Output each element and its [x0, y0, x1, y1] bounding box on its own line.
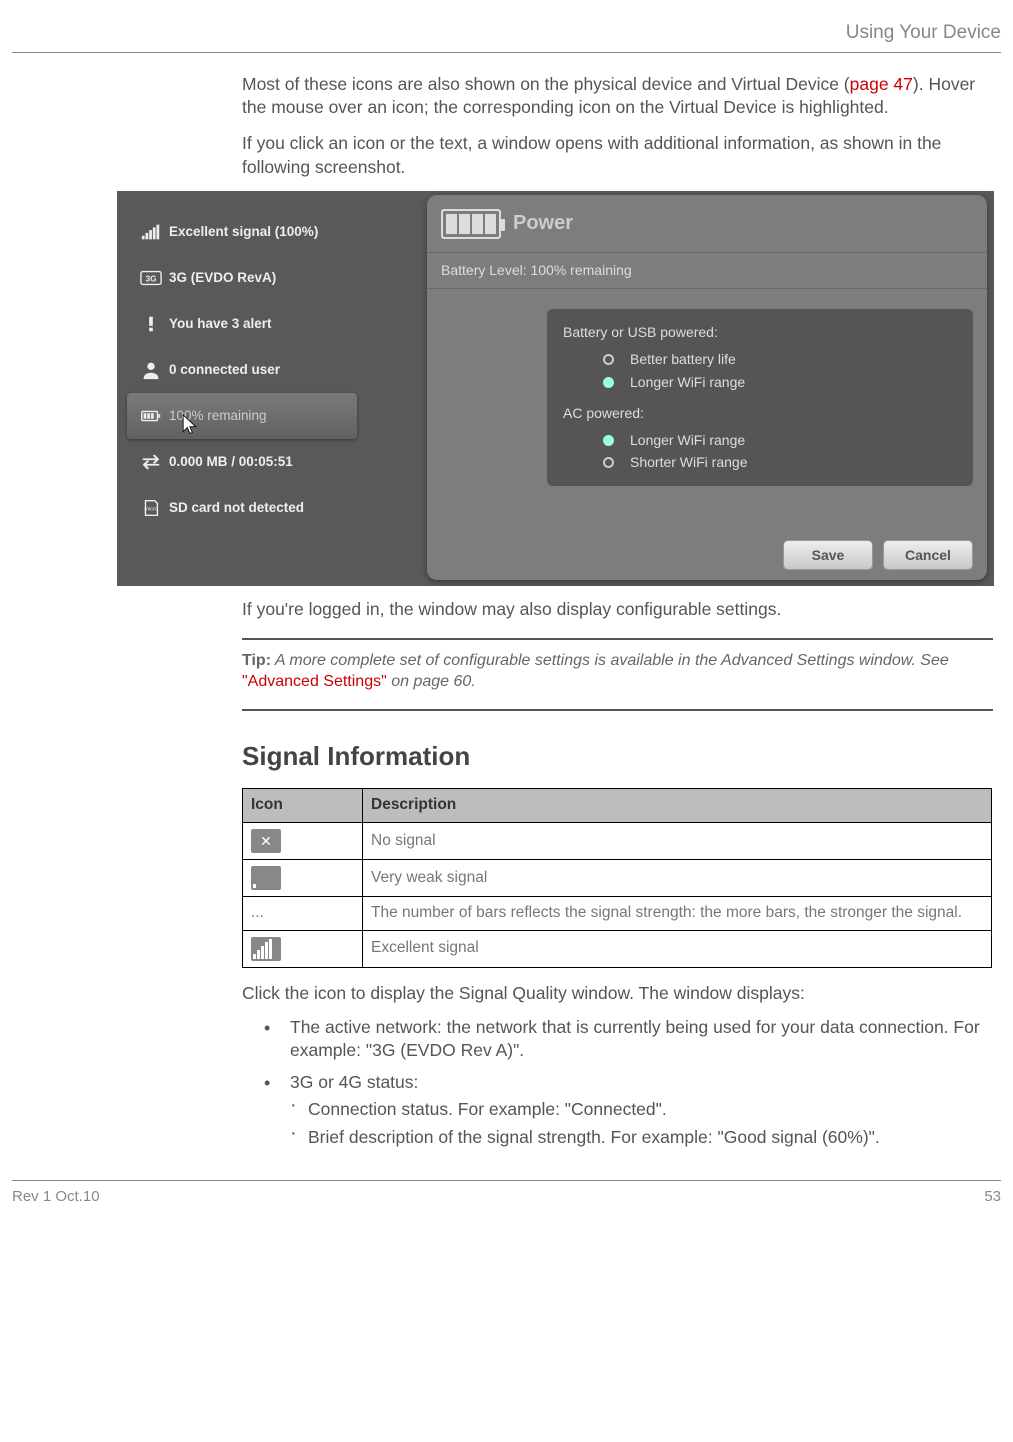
- intro-paragraph-2: If you click an icon or the text, a wind…: [242, 132, 993, 179]
- table-row: Excellent signal: [243, 930, 992, 967]
- tip-rule-bottom: [242, 709, 993, 711]
- signal-information-heading: Signal Information: [242, 739, 1001, 774]
- cancel-button[interactable]: Cancel: [883, 540, 973, 570]
- battery-usb-group-label: Battery or USB powered:: [563, 323, 957, 342]
- status-row-data[interactable]: 0.000 MB / 00:05:51: [133, 439, 397, 485]
- signal-icon-table: Icon Description No signal Very weak sig…: [242, 788, 992, 968]
- svg-text:3G: 3G: [145, 275, 156, 284]
- status-row-sd[interactable]: micro SD card not detected: [133, 485, 397, 531]
- list-item: 3G or 4G status: Connection status. For …: [264, 1071, 993, 1150]
- data-icon: [133, 452, 169, 472]
- option-label: Shorter WiFi range: [630, 453, 747, 472]
- alert-icon: [133, 314, 169, 334]
- save-button[interactable]: Save: [783, 540, 873, 570]
- option-label: Longer WiFi range: [630, 431, 745, 450]
- status-row-signal[interactable]: Excellent signal (100%): [133, 209, 397, 255]
- excellent-signal-icon: [251, 937, 281, 961]
- status-row-battery[interactable]: 100% remaining: [127, 393, 357, 439]
- status-data-label: 0.000 MB / 00:05:51: [169, 453, 293, 471]
- radio-icon: [603, 435, 614, 446]
- tip-text-a: A more complete set of configurable sett…: [271, 652, 949, 669]
- advanced-settings-link[interactable]: "Advanced Settings": [242, 673, 387, 690]
- 3g-icon: 3G: [133, 268, 169, 288]
- radio-icon: [603, 457, 614, 468]
- status-row-network[interactable]: 3G 3G (EVDO RevA): [133, 255, 397, 301]
- table-row: ... The number of bars reflects the sign…: [243, 896, 992, 930]
- tip-paragraph: Tip: A more complete set of configurable…: [242, 650, 993, 693]
- weak-signal-icon: [251, 866, 281, 890]
- list-subitem: Brief description of the signal strength…: [290, 1126, 993, 1150]
- sd-icon: micro: [133, 498, 169, 518]
- option-better-battery[interactable]: Better battery life: [603, 350, 957, 369]
- signal-quality-intro: Click the icon to display the Signal Qua…: [242, 982, 993, 1006]
- status-row-users[interactable]: 0 connected user: [133, 347, 397, 393]
- status-users-label: 0 connected user: [169, 361, 280, 379]
- status-sd-label: SD card not detected: [169, 499, 304, 517]
- panel-subtitle: Battery Level: 100% remaining: [427, 253, 987, 289]
- header-section-title: Using Your Device: [12, 20, 1001, 53]
- device-ui-screenshot: Excellent signal (100%) 3G 3G (EVDO RevA…: [117, 191, 994, 586]
- table-row: Very weak signal: [243, 859, 992, 896]
- footer-page-number: 53: [984, 1187, 1001, 1207]
- radio-icon: [603, 377, 614, 388]
- option-shorter-wifi[interactable]: Shorter WiFi range: [603, 453, 957, 472]
- footer-rev: Rev 1 Oct.10: [12, 1187, 100, 1207]
- option-longer-wifi-1[interactable]: Longer WiFi range: [603, 373, 957, 392]
- page-47-link[interactable]: page 47: [850, 74, 913, 94]
- list-item: The active network: the network that is …: [264, 1016, 993, 1063]
- table-row: No signal: [243, 822, 992, 859]
- svg-text:micro: micro: [144, 507, 157, 513]
- option-longer-wifi-2[interactable]: Longer WiFi range: [603, 431, 957, 450]
- table-desc: No signal: [363, 822, 992, 859]
- signal-icon: [133, 222, 169, 242]
- tip-label: Tip:: [242, 652, 271, 669]
- list-item-label: 3G or 4G status:: [290, 1072, 418, 1092]
- status-network-label: 3G (EVDO RevA): [169, 269, 276, 287]
- cursor-icon: [179, 413, 199, 437]
- panel-title: Power: [513, 210, 573, 237]
- table-desc: Excellent signal: [363, 930, 992, 967]
- option-label: Better battery life: [630, 350, 736, 369]
- status-row-alert[interactable]: You have 3 alert: [133, 301, 397, 347]
- power-panel: Power Battery Level: 100% remaining Batt…: [427, 195, 987, 580]
- table-desc: Very weak signal: [363, 859, 992, 896]
- status-alert-label: You have 3 alert: [169, 315, 272, 333]
- list-subitem: Connection status. For example: "Connect…: [290, 1098, 993, 1122]
- table-header-icon: Icon: [243, 789, 363, 823]
- user-icon: [133, 360, 169, 380]
- after-screenshot-text: If you're logged in, the window may also…: [242, 598, 993, 622]
- no-signal-icon: [251, 829, 281, 853]
- status-signal-label: Excellent signal (100%): [169, 223, 318, 241]
- tip-text-b: on page 60.: [387, 673, 476, 690]
- power-battery-icon: [441, 209, 501, 239]
- option-label: Longer WiFi range: [630, 373, 745, 392]
- table-desc: The number of bars reflects the signal s…: [363, 896, 992, 930]
- intro-paragraph-1: Most of these icons are also shown on th…: [242, 73, 993, 120]
- intro-p1-text-a: Most of these icons are also shown on th…: [242, 74, 850, 94]
- radio-icon: [603, 354, 614, 365]
- ellipsis-cell: ...: [243, 896, 363, 930]
- ac-group-label: AC powered:: [563, 404, 957, 423]
- table-header-description: Description: [363, 789, 992, 823]
- battery-icon: [133, 406, 169, 426]
- tip-rule-top: [242, 638, 993, 640]
